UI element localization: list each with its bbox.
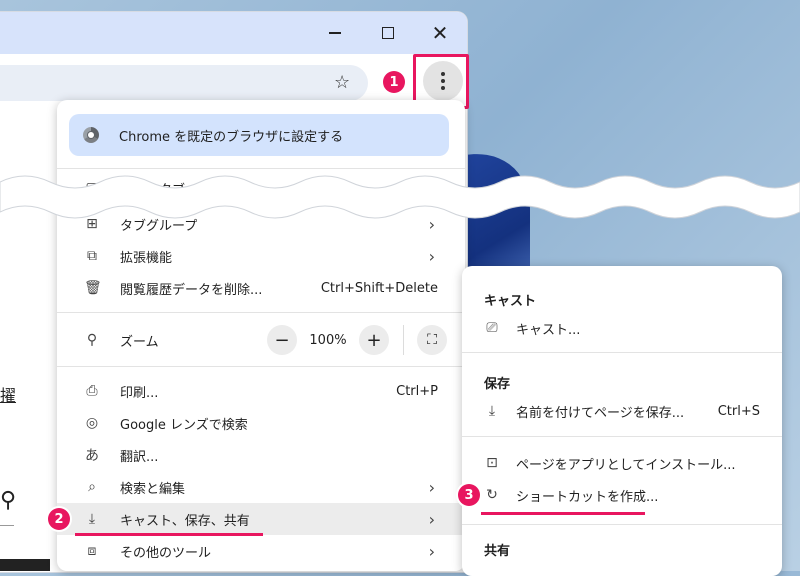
- menu-item-label: 翻訳...: [120, 449, 159, 465]
- chevron-right-icon: ›: [428, 477, 435, 497]
- title-bar: ✕: [0, 12, 467, 54]
- menu-item-find-edit[interactable]: ⌕ 検索と編集 ›: [57, 471, 465, 503]
- menu-item-label: Google レンズで検索: [120, 417, 248, 433]
- menu-item-label: ズーム: [120, 334, 159, 350]
- menu-separator: [57, 312, 465, 313]
- cast-save-share-submenu: キャスト ⎚ キャスト... 保存 ⤓ 名前を付けてページを保存... Ctrl…: [462, 266, 782, 576]
- menu-item-label: キャスト、保存、共有: [120, 513, 250, 529]
- minimize-icon: [329, 32, 341, 34]
- zoom-in-button[interactable]: +: [359, 325, 389, 355]
- menu-separator: [57, 366, 465, 367]
- submenu-separator: [462, 524, 782, 525]
- minimize-button[interactable]: [320, 18, 350, 48]
- close-icon: ✕: [431, 21, 449, 45]
- zoom-controls: − 100% +: [267, 325, 389, 355]
- step-badge-1: 1: [383, 71, 405, 93]
- set-default-browser-banner[interactable]: Chrome を既定のブラウザに設定する: [69, 114, 449, 156]
- zoom-out-button[interactable]: −: [267, 325, 297, 355]
- submenu-item-label: 名前を付けてページを保存...: [516, 405, 685, 421]
- page-divider: [0, 525, 14, 526]
- find-icon: ⌕: [88, 479, 96, 495]
- section-header-cast: キャスト: [484, 294, 537, 309]
- menu-item-print[interactable]: ⎙ 印刷... Ctrl+P: [57, 375, 465, 407]
- print-icon: ⎙: [86, 383, 98, 399]
- menu-item-label: 閲覧履歴データを削除...: [120, 282, 263, 298]
- submenu-item-create-shortcut[interactable]: ↻ ショートカットを作成...: [462, 480, 782, 510]
- extension-icon: ⧉: [87, 248, 97, 264]
- page-fragment-text: 擢: [0, 386, 17, 405]
- lens-icon: ◎: [85, 415, 99, 431]
- submenu-item-save-page[interactable]: ⤓ 名前を付けてページを保存... Ctrl+S: [462, 396, 782, 426]
- shortcut-icon: ↻: [486, 487, 498, 503]
- fullscreen-button[interactable]: ⛶: [417, 325, 447, 355]
- chrome-icon: [83, 127, 99, 143]
- chevron-right-icon: ›: [428, 509, 435, 529]
- step-badge-2: 2: [48, 508, 70, 530]
- zoom-divider: [403, 325, 404, 355]
- menu-item-label: 印刷...: [120, 385, 159, 401]
- annotation-underline: [481, 512, 645, 515]
- menu-item-more-tools[interactable]: ⧈ その他のツール ›: [57, 535, 465, 567]
- trash-icon: 🗑: [84, 280, 102, 296]
- annotation-underline: [75, 533, 263, 536]
- submenu-item-cast[interactable]: ⎚ キャスト...: [462, 313, 782, 343]
- submenu-item-label: ページをアプリとしてインストール...: [516, 457, 736, 473]
- submenu-separator: [462, 352, 782, 353]
- submenu-separator: [462, 436, 782, 437]
- submenu-item-label: ショートカットを作成...: [516, 489, 659, 505]
- bookmark-star-icon[interactable]: ☆: [334, 72, 350, 93]
- menu-item-clear-data[interactable]: 🗑 閲覧履歴データを削除... Ctrl+Shift+Delete: [57, 272, 465, 304]
- menu-item-translate[interactable]: あ 翻訳...: [57, 439, 465, 471]
- chevron-right-icon: ›: [428, 541, 435, 561]
- menu-item-google-lens[interactable]: ◎ Google レンズで検索: [57, 407, 465, 439]
- menu-item-extensions[interactable]: ⧉ 拡張機能 ›: [57, 240, 465, 272]
- cast-icon: ⎚: [486, 320, 498, 336]
- shortcut-label: Ctrl+S: [717, 403, 760, 419]
- page-search-icon: ⚲: [0, 488, 17, 513]
- section-header-share: 共有: [484, 544, 511, 559]
- page-dark-bar: [0, 559, 50, 571]
- step-badge-3: 3: [458, 484, 480, 506]
- toolbox-icon: ⧈: [87, 543, 97, 559]
- install-app-icon: ⊡: [486, 455, 498, 471]
- menu-item-cast-save-share[interactable]: ⤓ キャスト、保存、共有 ›: [57, 503, 465, 535]
- maximize-icon: [382, 27, 394, 39]
- zoom-value: 100%: [309, 332, 347, 348]
- chevron-right-icon: ›: [428, 246, 435, 266]
- section-header-save: 保存: [484, 377, 511, 392]
- submenu-item-label: キャスト...: [516, 322, 581, 338]
- address-bar[interactable]: [0, 65, 368, 101]
- zoom-icon: ⚲: [86, 332, 98, 348]
- close-button[interactable]: ✕: [425, 18, 455, 48]
- banner-label: Chrome を既定のブラウザに設定する: [119, 129, 344, 145]
- menu-item-label: 拡張機能: [120, 250, 173, 266]
- save-file-icon: ⤓: [88, 511, 96, 527]
- save-page-icon: ⤓: [488, 403, 496, 419]
- fullscreen-icon: ⛶: [427, 332, 437, 348]
- shortcut-label: Ctrl+P: [396, 383, 438, 399]
- maximize-button[interactable]: [373, 18, 403, 48]
- shortcut-label: Ctrl+Shift+Delete: [320, 280, 438, 296]
- menu-item-label: その他のツール: [120, 545, 212, 561]
- translate-icon: あ: [85, 448, 99, 464]
- torn-edge-wave: [0, 175, 800, 219]
- submenu-item-install-app[interactable]: ⊡ ページをアプリとしてインストール...: [462, 448, 782, 478]
- menu-item-label: 検索と編集: [120, 481, 186, 497]
